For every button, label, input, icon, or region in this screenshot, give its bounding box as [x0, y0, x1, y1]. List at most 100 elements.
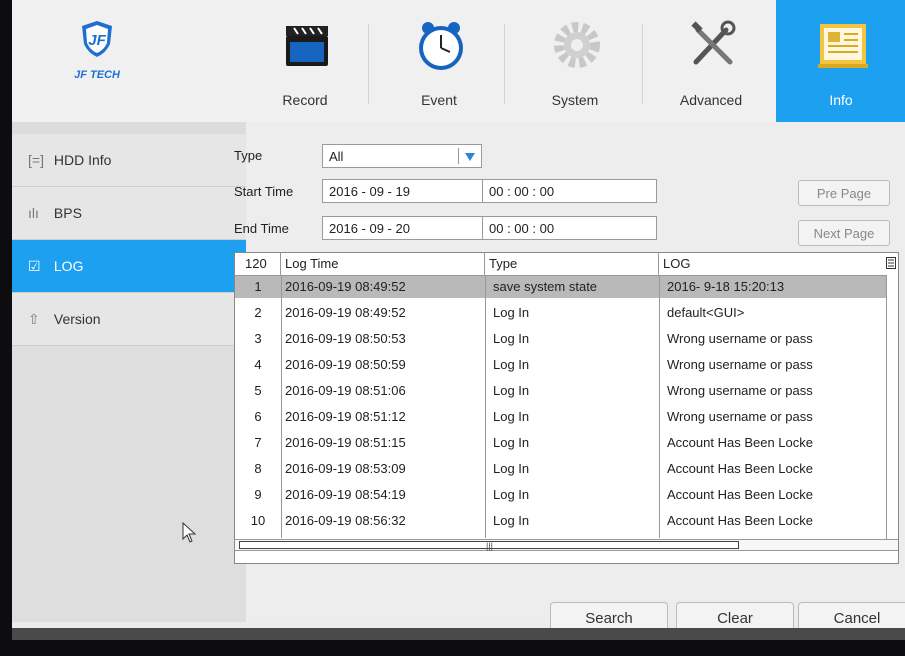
next-page-button[interactable]: Next Page — [798, 220, 890, 246]
scrollbar-thumb[interactable]: ||| — [239, 541, 739, 551]
end-time-field[interactable]: 00 : 00 : 00 — [482, 216, 657, 240]
pre-page-button[interactable]: Pre Page — [798, 180, 890, 206]
log-time-cell: 2016-09-19 08:50:59 — [285, 357, 406, 372]
table-row[interactable]: 3 2016-09-19 08:50:53 Log In Wrong username… — [235, 328, 887, 350]
row-number: 9 — [254, 487, 262, 502]
shield-logo-icon: JF — [82, 21, 112, 57]
row-number: 10 — [250, 513, 266, 528]
column-header-log[interactable]: LOG — [659, 253, 886, 275]
svg-text:JF: JF — [88, 32, 106, 49]
start-time-field[interactable]: 00 : 00 : 00 — [482, 179, 657, 203]
vertical-scrollbar[interactable] — [886, 275, 898, 540]
row-number: 3 — [254, 331, 262, 346]
start-date-field[interactable]: 2016 - 09 - 19 — [322, 179, 484, 203]
column-menu-icon[interactable] — [886, 257, 896, 269]
sidebar-item-bps[interactable]: ılı BPS — [12, 187, 246, 240]
table-row[interactable]: 7 2016-09-19 08:51:15 Log In Account Has Be… — [235, 432, 887, 454]
row-number: 8 — [254, 461, 262, 476]
log-type-cell: Log In — [493, 513, 530, 528]
log-message-cell: Account Has Been Locke — [667, 435, 813, 450]
tab-system-label: System — [551, 92, 599, 108]
log-type-cell: Log In — [493, 435, 530, 450]
dvr-window: JF JF TECH Record Event System Advanced … — [12, 0, 905, 640]
log-message-cell: Account Has Been Locke — [667, 513, 813, 528]
tab-advanced[interactable]: Advanced — [646, 0, 776, 122]
row-number: 5 — [254, 383, 262, 398]
tab-record[interactable]: Record — [240, 0, 370, 122]
tab-advanced-label: Advanced — [679, 92, 743, 108]
log-message-cell: Account Has Been Locke — [667, 487, 813, 502]
log-type-cell: Log In — [493, 461, 530, 476]
row-number: 7 — [254, 435, 262, 450]
tab-event[interactable]: Event — [374, 0, 504, 122]
column-header-type[interactable]: Type — [485, 253, 659, 275]
table-row[interactable]: 9 2016-09-19 08:54:19 Log In Account Has Be… — [235, 484, 887, 506]
start-time-label: Start Time — [234, 184, 294, 199]
row-number: 2 — [254, 305, 262, 320]
log-time-cell: 2016-09-19 08:51:06 — [285, 383, 406, 398]
tab-info[interactable]: Info — [776, 0, 905, 122]
tab-event-label: Event — [421, 92, 457, 108]
log-time-cell: 2016-09-19 08:50:53 — [285, 331, 406, 346]
type-select-value: All — [329, 149, 344, 164]
log-type-cell: Log In — [493, 357, 530, 372]
main-menu-bar: JF JF TECH Record Event System Advanced … — [12, 0, 905, 123]
tab-info-label: Info — [829, 92, 853, 108]
sidebar-item-version[interactable]: ⇧ Version — [12, 293, 246, 346]
log-message-cell: default<GUI> — [667, 305, 745, 320]
sidebar-item-hdd-info[interactable]: [=] HDD Info — [12, 134, 246, 187]
column-header-log-time[interactable]: Log Time — [281, 253, 485, 275]
sidebar-item-label: BPS — [53, 205, 82, 221]
tab-divider — [642, 24, 643, 104]
log-table: 120 Log Time Type LOG 1 2016-09-19 08:49:… — [234, 252, 899, 564]
row-number: 4 — [254, 357, 262, 372]
info-sidebar: [=] HDD Info ılı BPS ☑ LOG ⇧ Version — [12, 122, 246, 622]
table-row[interactable]: 8 2016-09-19 08:53:09 Log In Account Has Be… — [235, 458, 887, 480]
log-panel: Type All Start Time 2016 - 09 - 19 00 : … — [234, 122, 905, 634]
sidebar-item-log[interactable]: ☑ LOG — [12, 240, 246, 293]
hdd-icon: [=] — [28, 152, 44, 168]
log-message-cell: Wrong username or pass — [667, 357, 813, 372]
table-header: 120 Log Time Type LOG — [235, 253, 898, 276]
log-time-cell: 2016-09-19 08:49:52 — [285, 279, 406, 294]
mouse-cursor-icon — [182, 522, 197, 543]
table-row[interactable]: 10 2016-09-19 08:56:32 Log In Account Has B… — [235, 510, 887, 532]
upgrade-icon: ⇧ — [28, 311, 40, 327]
log-time-cell: 2016-09-19 08:51:12 — [285, 409, 406, 424]
log-type-cell: save system state — [493, 279, 598, 294]
log-message-cell: Wrong username or pass — [667, 331, 813, 346]
gear-icon — [554, 22, 600, 68]
edit-icon: ☑ — [28, 258, 41, 274]
table-row[interactable]: 4 2016-09-19 08:50:59 Log In Wrong username… — [235, 354, 887, 376]
record-icon — [286, 26, 328, 66]
chevron-down-icon — [465, 153, 475, 161]
end-time-label: End Time — [234, 221, 289, 236]
horizontal-scrollbar[interactable]: ||| — [235, 539, 898, 551]
tab-record-label: Record — [282, 92, 328, 108]
column-header-count: 120 — [235, 253, 281, 275]
tab-divider — [504, 24, 505, 104]
sidebar-item-label: LOG — [53, 258, 84, 274]
row-number: 6 — [254, 409, 262, 424]
log-message-cell: Account Has Been Locke — [667, 461, 813, 476]
table-row[interactable]: 2 2016-09-19 08:49:52 Log In default<GUI> — [235, 302, 887, 324]
tab-divider — [368, 24, 369, 104]
bar-chart-icon: ılı — [28, 205, 39, 221]
row-number: 1 — [254, 279, 262, 294]
log-message-cell: Wrong username or pass — [667, 409, 813, 424]
table-row[interactable]: 1 2016-09-19 08:49:52 save system state 201… — [235, 276, 887, 298]
log-time-cell: 2016-09-19 08:53:09 — [285, 461, 406, 476]
log-type-cell: Log In — [493, 409, 530, 424]
log-message-cell: 2016- 9-18 15:20:13 — [667, 279, 785, 294]
table-row[interactable]: 5 2016-09-19 08:51:06 Log In Wrong username… — [235, 380, 887, 402]
status-bar — [12, 628, 905, 640]
tab-system[interactable]: System — [510, 0, 640, 122]
table-row[interactable]: 6 2016-09-19 08:51:12 Log In Wrong username… — [235, 406, 887, 428]
type-select[interactable]: All — [322, 144, 482, 168]
log-time-cell: 2016-09-19 08:49:52 — [285, 305, 406, 320]
log-type-cell: Log In — [493, 487, 530, 502]
log-time-cell: 2016-09-19 08:51:15 — [285, 435, 406, 450]
clock-icon — [419, 22, 463, 70]
end-date-field[interactable]: 2016 - 09 - 20 — [322, 216, 484, 240]
sidebar-item-label: Version — [53, 311, 101, 327]
